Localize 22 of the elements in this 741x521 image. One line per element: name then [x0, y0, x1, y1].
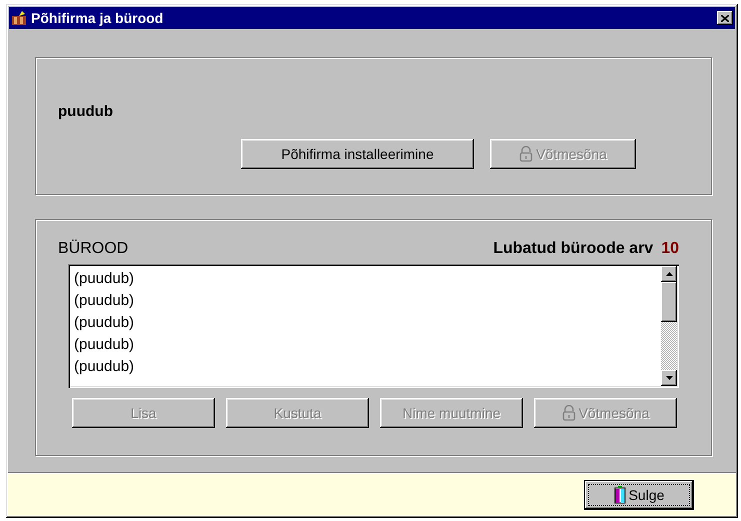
action-button[interactable]: Põhifirma installeerimine [241, 139, 474, 169]
up-arrow-icon [666, 272, 672, 276]
scrollbar[interactable] [661, 266, 677, 386]
section-heading: BÜROOD [58, 240, 128, 258]
close-button[interactable] [717, 11, 733, 25]
list-item[interactable]: (puudub) [74, 268, 134, 290]
list-item[interactable]: (puudub) [74, 312, 134, 334]
list-item[interactable]: (puudub) [74, 290, 134, 312]
padlock-icon [562, 405, 576, 421]
close-button[interactable]: Sulge [584, 480, 694, 510]
down-arrow-icon [666, 376, 672, 380]
list-box[interactable]: (puudub) (puudub) (puudub) (puudub) (puudub) [68, 264, 679, 388]
door-icon [614, 486, 626, 504]
limit-value: 10 [661, 240, 679, 258]
main-firm-name: puudub [58, 103, 114, 120]
close-icon [721, 14, 729, 22]
padlock-icon [519, 146, 534, 162]
limit-label: Lubatud büroode arv [493, 240, 654, 258]
list-item[interactable]: (puudub) [74, 356, 134, 378]
gift-box-icon [11, 10, 27, 26]
window-title: Põhifirma ja bürood [31, 10, 164, 26]
list-item[interactable]: (puudub) [74, 334, 134, 356]
